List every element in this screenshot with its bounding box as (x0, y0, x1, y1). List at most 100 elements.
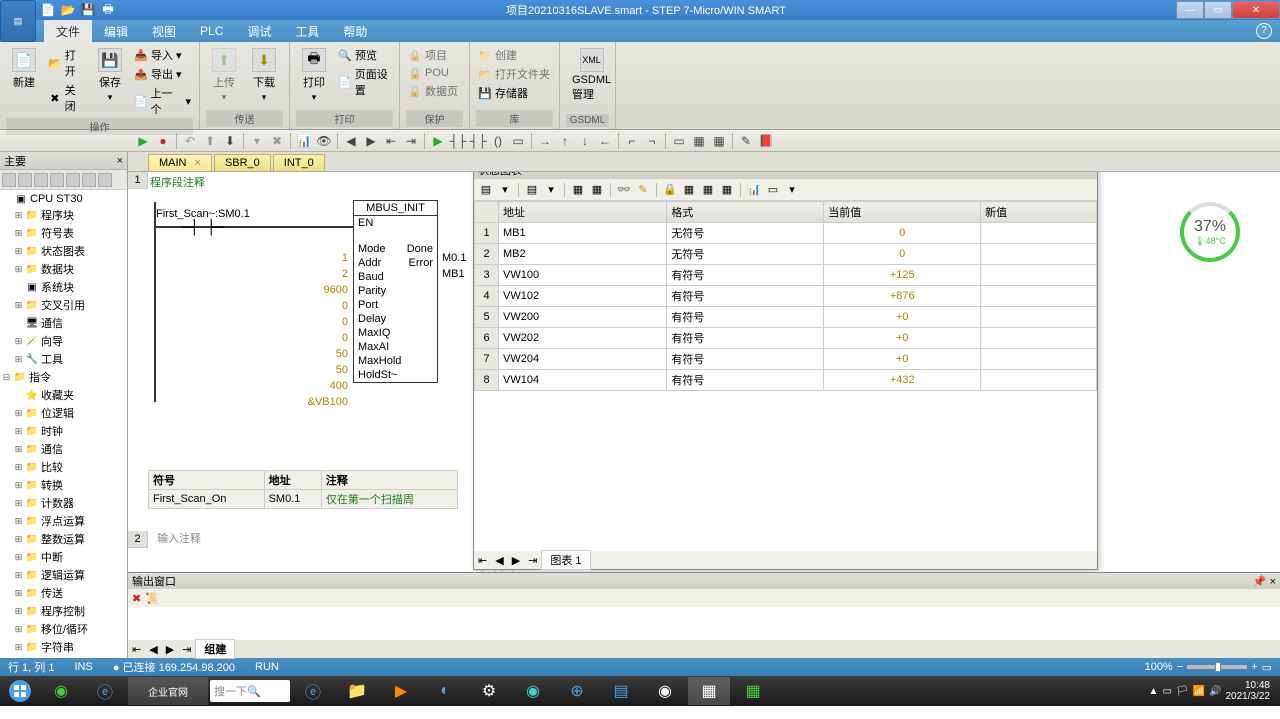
upload-button[interactable]: ⬆上传▾ (206, 46, 242, 105)
tray-clock[interactable]: 10:48 2021/3/22 (1226, 680, 1271, 702)
zoom-fit-icon[interactable]: ▭ (1262, 661, 1272, 674)
openfolder-button[interactable]: 📂打开文件夹 (476, 65, 552, 83)
tb-download-icon[interactable]: ⬇ (221, 132, 239, 150)
export-button[interactable]: 📤导出 ▾ (132, 65, 193, 83)
tb-net2-icon[interactable]: ┤├ (469, 132, 487, 150)
taskbar-search[interactable]: 搜一下 🔍 (210, 680, 290, 702)
tb-nav4-icon[interactable]: ⇥ (402, 132, 420, 150)
pou-button[interactable]: 🔒POU (406, 65, 460, 81)
tree-convert[interactable]: ⊞📁转换 (2, 476, 125, 494)
st-nav-last[interactable]: ⇥ (524, 554, 541, 567)
function-block[interactable]: MBUS_INIT EN ModeDone AddrError Baud Par… (353, 200, 438, 383)
tree-fav[interactable]: ⭐收藏夹 (2, 386, 125, 404)
tb-comm-icon[interactable]: ▭ (670, 132, 688, 150)
taskbar-app-5[interactable]: ⊕ (556, 677, 598, 705)
stop-icon[interactable]: ● (154, 132, 172, 150)
tree-logic[interactable]: ⊞📁逻辑运算 (2, 566, 125, 584)
tb-br1-icon[interactable]: ⌐ (623, 132, 641, 150)
tree-sysblk[interactable]: ▣系统块 (2, 278, 125, 296)
close-button[interactable]: ✕ (1232, 1, 1280, 19)
tb-chart-icon[interactable]: 📊 (295, 132, 313, 150)
st-tb-3[interactable]: ▤ (524, 182, 540, 198)
status-close-icon[interactable]: × (1087, 172, 1093, 176)
status-row[interactable]: 2MB2无符号0 (475, 244, 1097, 265)
tree-statchart[interactable]: ⊞📁状态图表 (2, 242, 125, 260)
st-tab-chart1[interactable]: 图表 1 (541, 550, 590, 570)
tree-counter[interactable]: ⊞📁计数器 (2, 494, 125, 512)
tb-wire3-icon[interactable]: ↓ (576, 132, 594, 150)
taskbar-app-4[interactable]: ◉ (512, 677, 554, 705)
taskbar-chrome-icon[interactable]: ◉ (644, 677, 686, 705)
out-nav-last[interactable]: ⇥ (178, 643, 195, 656)
tree-xref[interactable]: ⊞📁交叉引用 (2, 296, 125, 314)
menu-help[interactable]: 帮助 (331, 20, 379, 43)
close-file-button[interactable]: ✖关闭 (46, 81, 88, 115)
run-icon[interactable]: ▶ (134, 132, 152, 150)
tb-net1-icon[interactable]: ┤├ (449, 132, 467, 150)
tb-book-icon[interactable]: 📕 (757, 132, 775, 150)
tb-undo-icon[interactable]: ↶ (181, 132, 199, 150)
menu-debug[interactable]: 调试 (235, 20, 283, 43)
tree-tools[interactable]: ⊞🔧工具 (2, 350, 125, 368)
tb-misc2-icon[interactable]: ▦ (710, 132, 728, 150)
network-2-comment[interactable]: 输入注释 (151, 533, 201, 545)
network-comment[interactable]: 程序段注释 (150, 174, 205, 190)
tray-vol-icon[interactable]: 🔊 (1209, 686, 1221, 697)
st-tb-1[interactable]: ▤ (478, 182, 494, 198)
new-button[interactable]: 📄新建 (6, 46, 42, 92)
preview-button[interactable]: 🔍预览 (336, 46, 393, 64)
tree-progctrl[interactable]: ⊞📁程序控制 (2, 602, 125, 620)
tb-wire1-icon[interactable]: → (536, 132, 554, 150)
status-row[interactable]: 3VW100有符号+125 (475, 265, 1097, 286)
save-button[interactable]: 💾保存▾ (92, 46, 128, 105)
taskbar-app-2[interactable]: ◐ (424, 677, 466, 705)
tb-nav2-icon[interactable]: ▶ (362, 132, 380, 150)
tree-tb-2[interactable] (18, 173, 32, 187)
st-tb-15[interactable]: ▾ (784, 182, 800, 198)
tree-instr[interactable]: ⊟📁指令 (2, 368, 125, 386)
tab-main-close-icon[interactable]: × (195, 157, 201, 169)
tree-wizard[interactable]: ⊞🪄向导 (2, 332, 125, 350)
memory-button[interactable]: 💾存储器 (476, 84, 552, 102)
tree-progblk[interactable]: ⊞📁程序块 (2, 206, 125, 224)
st-nav-next[interactable]: ▶ (508, 554, 524, 567)
tree-tb-6[interactable] (82, 173, 96, 187)
taskbar-excel-icon[interactable]: ▦ (732, 677, 774, 705)
st-tb-10[interactable]: ▦ (681, 182, 697, 198)
tb-br2-icon[interactable]: ¬ (643, 132, 661, 150)
tree-string[interactable]: ⊞📁字符串 (2, 638, 125, 656)
zoom-in-icon[interactable]: + (1251, 661, 1257, 673)
tree-shift[interactable]: ⊞📁移位/循环 (2, 620, 125, 638)
ladder-editor[interactable]: 1 程序段注释 First_Scan~:SM0.1 ─┤ ├─ MBUS_INI… (128, 172, 1280, 572)
st-tb-14[interactable]: ▭ (765, 182, 781, 198)
out-nav-next[interactable]: ▶ (162, 643, 178, 656)
st-tb-2[interactable]: ▾ (497, 182, 513, 198)
start-button[interactable] (2, 677, 38, 705)
tree-tb-4[interactable] (50, 173, 64, 187)
create-button[interactable]: 📁创建 (476, 46, 552, 64)
tray-net-icon[interactable]: 📶 (1193, 686, 1205, 697)
status-row[interactable]: 7VW204有符号+0 (475, 349, 1097, 370)
output-tb-1[interactable]: ✖ (132, 592, 141, 605)
qat-open-icon[interactable]: 📂 (60, 2, 76, 18)
tree-int[interactable]: ⊞📁整数运算 (2, 530, 125, 548)
out-nav-first[interactable]: ⇤ (128, 643, 145, 656)
st-tb-7[interactable]: 👓 (616, 182, 632, 198)
taskbar-app-6[interactable]: ▤ (600, 677, 642, 705)
st-tb-5[interactable]: ▦ (570, 182, 586, 198)
gsdml-button[interactable]: XMLGSDML 管理 (566, 46, 617, 104)
tree-tb-1[interactable] (2, 173, 16, 187)
taskbar-folder-icon[interactable]: 📁 (336, 677, 378, 705)
tree-close-icon[interactable]: × (117, 155, 123, 167)
menu-view[interactable]: 视图 (140, 20, 188, 43)
tb-wire2-icon[interactable]: ↑ (556, 132, 574, 150)
tb-upload-icon[interactable]: ⬆ (201, 132, 219, 150)
st-tb-13[interactable]: 📊 (746, 182, 762, 198)
tb-delete-icon[interactable]: ✖ (268, 132, 286, 150)
tree-tb-7[interactable] (98, 173, 112, 187)
tray-flag-icon[interactable]: 🏳 (1176, 686, 1189, 697)
tb-edit-icon[interactable]: ✎ (737, 132, 755, 150)
tb-wire4-icon[interactable]: ← (596, 132, 614, 150)
open-button[interactable]: 📂打开 (46, 46, 88, 80)
print-button[interactable]: 🖶打印▾ (296, 46, 332, 105)
